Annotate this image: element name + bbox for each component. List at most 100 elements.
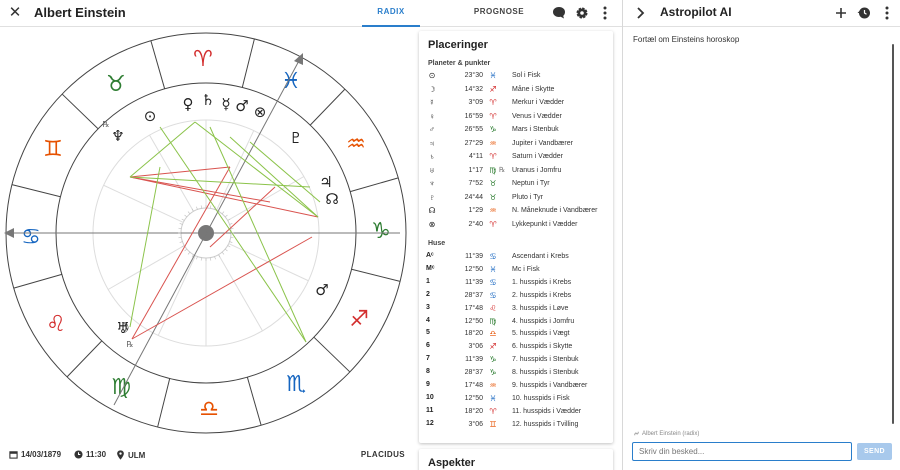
house-cusp-line <box>218 254 263 332</box>
house-degree: 28°37 <box>464 291 483 299</box>
house-row[interactable]: Mᶜ 12°50 ♓ Mc i Fisk <box>419 265 613 277</box>
house-row[interactable]: 8 28°37 ♑ 8. husspids i Stenbuk <box>419 368 613 380</box>
house-row[interactable]: 12 3°06 ♊ 12. husspids i Tvilling <box>419 420 613 432</box>
zodiac-sign-icon: ♐ <box>349 307 369 332</box>
gear-icon[interactable] <box>574 5 590 21</box>
house-description: 1. husspids i Krebs <box>512 278 572 286</box>
aspects-title: Aspekter <box>428 457 476 469</box>
zodiac-sign-icon: ♌ <box>46 312 66 337</box>
house-row[interactable]: 4 12°50 ♍ 4. husspids i Jomfru <box>419 317 613 329</box>
house-row[interactable]: 6 3°06 ♐ 6. husspids i Skytte <box>419 342 613 354</box>
calendar-icon <box>9 451 18 459</box>
plus-icon[interactable] <box>833 5 849 21</box>
radix-chart[interactable]: ♈ ♉ ♊ ♋ ♌ ♍ ♎ ♏ ♐ ♑ ♒ ♓ ♀ ♄ ☿ ♂ ⊗ ⊙ ♆ ♇ ♃ ☊ ♂ ☽ ♅ ℞ ℞ <box>0 27 418 445</box>
sign-icon: ♈ <box>489 152 497 161</box>
chart-wheel: ♈♉♊♋♌♍♎♏♐♑♒♓♀ ♄ ☿ ♂ ⊗⊙♆ ♇♃☊♂☽♅℞℞ <box>4 32 407 434</box>
house-row[interactable]: 7 11°39 ♑ 7. husspids i Stenbuk <box>419 355 613 367</box>
birth-place[interactable]: ULM <box>116 450 145 460</box>
degree-tick <box>187 211 191 215</box>
planet-row[interactable]: ☊ 1°29 ♒ N. Måneknude i Vandbærer <box>419 206 613 218</box>
planet-sun-icon: ⊙ <box>144 107 157 125</box>
message-input[interactable] <box>632 442 852 461</box>
scrollbar[interactable] <box>892 44 894 424</box>
sign-icon: ♈ <box>489 98 497 107</box>
planet-fortune-icon: ⊗ <box>254 103 267 121</box>
planet-symbol-icon: ♂ <box>429 125 435 134</box>
planet-row[interactable]: ♂ 26°55 ♑ Mars i Stenbuk <box>419 125 613 137</box>
house-row[interactable]: 3 17°48 ♌ 3. husspids i Løve <box>419 304 613 316</box>
house-description: 7. husspids i Stenbuk <box>512 356 579 364</box>
birth-time[interactable]: 11:30 <box>74 450 106 459</box>
house-degree: 17°48 <box>464 382 483 389</box>
house-degree: 11°39 <box>465 278 483 286</box>
house-description: Mc i Fisk <box>512 265 540 273</box>
birth-date[interactable]: 14/03/1879 <box>9 450 61 459</box>
zodiac-divider <box>66 340 103 378</box>
planet-degree: 4°11 <box>469 153 483 160</box>
house-row[interactable]: 1 11°39 ♋ 1. husspids i Krebs <box>419 278 613 290</box>
pin-icon <box>117 450 124 460</box>
planet-row[interactable]: ⊙ 23°30 ♓ Sol i Fisk <box>419 71 613 83</box>
top-bar: ✕ Albert Einstein RADIX PROGNOSE <box>0 0 622 27</box>
planet-degree: 24°44 <box>464 193 483 201</box>
birth-time-value: 11:30 <box>86 450 107 459</box>
planet-row[interactable]: ♆ 7°52 ♉ Neptun i Tyr <box>419 179 613 191</box>
house-system-button[interactable]: PLACIDUS <box>361 450 405 459</box>
house-description: 9. husspids i Vandbærer <box>512 382 588 389</box>
planet-row[interactable]: ♃ 27°29 ♒ Jupiter i Vandbærer <box>419 139 613 151</box>
chat-icon[interactable] <box>551 5 567 21</box>
sign-icon: ♑ <box>489 355 497 365</box>
sign-icon: ♓ <box>489 264 497 274</box>
ai-title: Astropilot AI <box>660 5 732 19</box>
context-chip: Albert Einstein (radix) <box>633 430 699 437</box>
planet-row[interactable]: ♇ 24°44 ♉ Pluto i Tyr <box>419 193 613 205</box>
close-icon[interactable]: ✕ <box>6 4 24 22</box>
house-degree: 28°37 <box>464 369 483 377</box>
chevron-right-icon[interactable] <box>632 5 648 21</box>
planet-row[interactable]: ♀ 16°59 ♈ Venus i Vædder <box>419 112 613 124</box>
planet-row[interactable]: ☽ 14°32 ♐ Måne i Skytte <box>419 85 613 97</box>
ai-more-vert-icon[interactable] <box>879 5 895 21</box>
zodiac-sign-icon: ♉ <box>106 72 126 97</box>
sign-icon: ♒ <box>489 206 497 215</box>
tab-prognose[interactable]: PROGNOSE <box>470 0 528 27</box>
zodiac-sign-icon: ♎ <box>199 397 219 422</box>
house-description: 4. husspids i Jomfru <box>512 317 575 325</box>
sign-icon: ♐ <box>489 84 497 94</box>
sign-icon: ♑ <box>489 125 497 134</box>
house-row[interactable]: 2 28°37 ♋ 2. husspids i Krebs <box>419 291 613 303</box>
house-row[interactable]: 5 18°20 ♎ 5. husspids i Vægt <box>419 329 613 341</box>
house-degree: 18°20 <box>464 330 483 338</box>
retrograde-marker: ℞ <box>499 166 506 174</box>
page-title: Albert Einstein <box>34 5 126 20</box>
history-icon[interactable] <box>856 5 872 21</box>
planet-jupiter-icon: ♃ <box>319 173 332 191</box>
degree-tick <box>181 218 185 221</box>
degree-tick <box>214 256 216 260</box>
house-degree: 12°50 <box>464 317 483 325</box>
planet-row[interactable]: ☿ 3°09 ♈ Merkur i Vædder <box>419 98 613 110</box>
planet-row[interactable]: ♄ 4°11 ♈ Saturn i Vædder <box>419 152 613 164</box>
more-vert-icon[interactable] <box>597 5 613 21</box>
degree-tick <box>184 248 188 252</box>
house-row[interactable]: 11 18°20 ♈ 11. husspids i Vædder <box>419 407 613 419</box>
house-symbol: 10 <box>426 393 434 401</box>
house-row[interactable]: Aᶜ 11°39 ♋ Ascendant i Krebs <box>419 252 613 264</box>
zodiac-sign-icon: ♈ <box>193 47 213 72</box>
birth-date-value: 14/03/1879 <box>21 450 62 459</box>
send-button[interactable]: SEND <box>857 443 892 460</box>
house-cusp-line <box>157 255 196 336</box>
planet-neptune-icon: ♆ <box>111 127 124 145</box>
planet-symbol-icon: ♃ <box>429 138 435 148</box>
zodiac-divider <box>157 378 171 428</box>
house-row[interactable]: 10 12°50 ♓ 10. husspids i Fisk <box>419 394 613 406</box>
planet-row[interactable]: ⊗ 2°40 ♈ Lykkepunkt i Vædder <box>419 220 613 232</box>
placements-panel: Placeringer Planeter & punkter ⊙ 23°30 ♓ So… <box>419 31 613 443</box>
planet-description: Merkur i Vædder <box>512 99 565 106</box>
tab-radix[interactable]: RADIX <box>362 0 420 27</box>
planet-venus-icon: ♀ <box>183 95 194 113</box>
planet-pluto-icon: ♇ <box>289 129 302 147</box>
ai-panel: Astropilot AI Fortæl om Einsteins horosk… <box>622 0 900 470</box>
planet-row[interactable]: ♅ 1°17 ♍ ℞ Uranus i Jomfru <box>419 166 613 178</box>
house-row[interactable]: 9 17°48 ♒ 9. husspids i Vandbærer <box>419 381 613 393</box>
